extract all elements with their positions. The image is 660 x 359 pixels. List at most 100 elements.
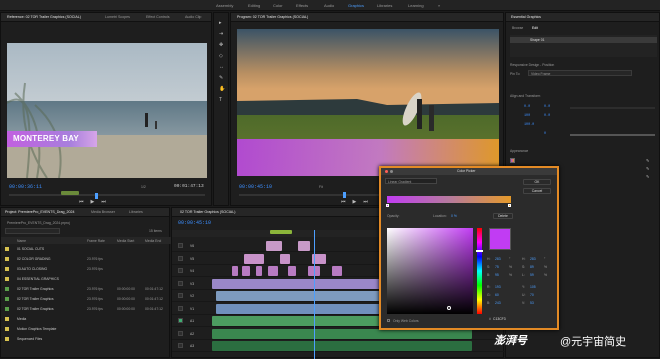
- col-media-start[interactable]: Media Start: [117, 239, 134, 243]
- pos-x-value[interactable]: 0.0: [524, 105, 530, 109]
- timeline-clip[interactable]: [266, 241, 282, 251]
- color-value-number[interactable]: 59: [530, 273, 534, 277]
- color-value-field[interactable]: S: 89 %: [522, 264, 554, 271]
- hand-tool-icon[interactable]: ✋: [219, 87, 225, 92]
- tab-project[interactable]: Project: PremierePro_EVENTS_Drag_2024: [5, 210, 75, 214]
- track-toggle[interactable]: [178, 268, 183, 273]
- project-row[interactable]: 02 TOR Trailer Graphics 23.976 fps 00:00…: [1, 295, 171, 304]
- track-label[interactable]: V4: [190, 269, 194, 273]
- color-value-field[interactable]: H: 283 °: [522, 256, 554, 263]
- step-forward-icon[interactable]: ⏭: [363, 199, 368, 205]
- color-field-cursor[interactable]: [447, 306, 451, 310]
- timeline-timecode[interactable]: 00:00:45:10: [178, 220, 211, 226]
- razor-tool-icon[interactable]: ◇: [219, 54, 223, 59]
- timeline-clip[interactable]: [232, 266, 238, 276]
- pos-y-value[interactable]: 0.0: [544, 105, 550, 109]
- label-color-swatch[interactable]: [5, 327, 9, 331]
- project-row[interactable]: Media: [1, 315, 171, 324]
- workspace-assembly[interactable]: Assembly: [216, 3, 233, 8]
- tab-program[interactable]: Program: 02 TOR Trailer Graphics (SOCIAL…: [237, 15, 308, 19]
- tab-audio-clip[interactable]: Audio Clip: [185, 15, 201, 19]
- pen-tool-icon[interactable]: ✎: [219, 76, 223, 81]
- track-label[interactable]: V2: [190, 294, 194, 298]
- color-value-number[interactable]: 105: [530, 285, 536, 289]
- col-media-end[interactable]: Media End: [145, 239, 161, 243]
- project-row[interactable]: Motion Graphics Template: [1, 325, 171, 334]
- workspace-editing[interactable]: Editing: [248, 3, 260, 8]
- reference-scrub-bar[interactable]: [9, 194, 205, 196]
- workspace-libraries[interactable]: Libraries: [377, 3, 392, 8]
- work-area-marker[interactable]: [270, 230, 292, 234]
- opacity-slider[interactable]: [570, 134, 655, 136]
- label-color-swatch[interactable]: [5, 247, 9, 251]
- reference-timecode-left[interactable]: 00:00:36:11: [9, 184, 42, 190]
- fill-swatch[interactable]: [510, 158, 515, 163]
- track-select-icon[interactable]: ⇥: [219, 32, 223, 37]
- color-value-number[interactable]: 89: [530, 265, 534, 269]
- track-toggle[interactable]: [178, 305, 183, 311]
- project-row[interactable]: 03 AUTO CLOSING 23.976 fps: [1, 265, 171, 274]
- play-icon[interactable]: ▶: [353, 199, 357, 205]
- reference-fit-dropdown[interactable]: 1/2: [141, 185, 146, 189]
- track-label[interactable]: V6: [190, 244, 194, 248]
- eyedropper-icon[interactable]: ✎: [646, 166, 649, 171]
- color-value-number[interactable]: 193: [495, 285, 501, 289]
- project-search-input[interactable]: [5, 228, 60, 234]
- label-color-swatch[interactable]: [5, 307, 9, 311]
- cancel-button[interactable]: Cancel: [523, 188, 551, 194]
- gradient-stop-left[interactable]: [386, 204, 389, 207]
- program-timecode[interactable]: 00:00:45:10: [239, 184, 272, 190]
- workspace-effects[interactable]: Effects: [296, 3, 308, 8]
- timeline-clip[interactable]: [242, 266, 250, 276]
- color-value-field[interactable]: U: 70: [522, 292, 554, 299]
- timeline-clip[interactable]: [332, 266, 342, 276]
- project-row[interactable]: 02 COLOR GRADING 23.976 fps: [1, 255, 171, 264]
- ripple-edit-icon[interactable]: ✥: [219, 43, 223, 48]
- rotation-value[interactable]: 0.0: [544, 114, 550, 118]
- hex-value[interactable]: C13CF3: [493, 317, 506, 321]
- step-back-icon[interactable]: ⏮: [79, 199, 84, 205]
- workspace-graphics[interactable]: Graphics: [348, 3, 364, 8]
- ok-button[interactable]: OK: [523, 179, 551, 185]
- color-value-field[interactable]: Y: 105: [522, 284, 554, 291]
- track-label[interactable]: V5: [190, 257, 194, 261]
- track-toggle[interactable]: [178, 243, 183, 248]
- align-buttons-row[interactable]: [570, 107, 655, 109]
- type-tool-icon[interactable]: T: [219, 98, 222, 103]
- project-item-name[interactable]: 03 AUTO CLOSING: [17, 267, 47, 271]
- workspace-audio[interactable]: Audio: [324, 3, 334, 8]
- color-value-number[interactable]: 53: [530, 301, 534, 305]
- track-toggle[interactable]: [178, 293, 183, 298]
- tab-reference[interactable]: Reference: 02 TOR Trailer Graphics (SOCI…: [7, 15, 81, 19]
- close-icon[interactable]: [385, 169, 388, 173]
- track-label[interactable]: V3: [190, 282, 194, 286]
- label-color-swatch[interactable]: [5, 277, 9, 281]
- track-toggle[interactable]: [178, 343, 183, 348]
- pin-to-dropdown[interactable]: Video Frame: [528, 70, 632, 76]
- project-item-name[interactable]: 02 TOR Trailer Graphics: [17, 307, 54, 311]
- saturation-brightness-field[interactable]: [387, 228, 473, 314]
- timeline-clip[interactable]: [280, 253, 290, 264]
- tab-sequence[interactable]: 02 TOR Trailer Graphics (SOCIAL): [180, 210, 235, 214]
- track-label[interactable]: V1: [190, 307, 194, 311]
- label-color-swatch[interactable]: [5, 267, 9, 271]
- opacity-value[interactable]: 100.0: [524, 123, 534, 127]
- project-item-name[interactable]: 01 SOCIAL CUTS: [17, 247, 44, 251]
- timeline-clip[interactable]: [244, 253, 264, 264]
- col-name[interactable]: Name: [17, 239, 26, 243]
- timeline-clip[interactable]: [288, 266, 296, 276]
- more-workspaces-icon[interactable]: »: [438, 3, 440, 8]
- color-value-field[interactable]: S: 75 %: [487, 264, 519, 271]
- project-row[interactable]: 02 TOR Trailer Graphics 23.976 fps 00:00…: [1, 285, 171, 294]
- color-value-field[interactable]: V: 53: [522, 300, 554, 307]
- project-item-name[interactable]: Motion Graphics Template: [17, 327, 56, 331]
- scale-value[interactable]: 100: [524, 114, 530, 118]
- step-forward-icon[interactable]: ⏭: [101, 199, 106, 205]
- play-icon[interactable]: ▶: [91, 199, 95, 205]
- color-value-field[interactable]: G: 60: [487, 292, 519, 299]
- timeline-playhead[interactable]: [314, 230, 315, 359]
- track-toggle[interactable]: [178, 280, 183, 286]
- anchor-value[interactable]: 0: [544, 132, 546, 136]
- project-item-name[interactable]: 02 COLOR GRADING: [17, 257, 51, 261]
- color-value-number[interactable]: 283: [495, 257, 501, 261]
